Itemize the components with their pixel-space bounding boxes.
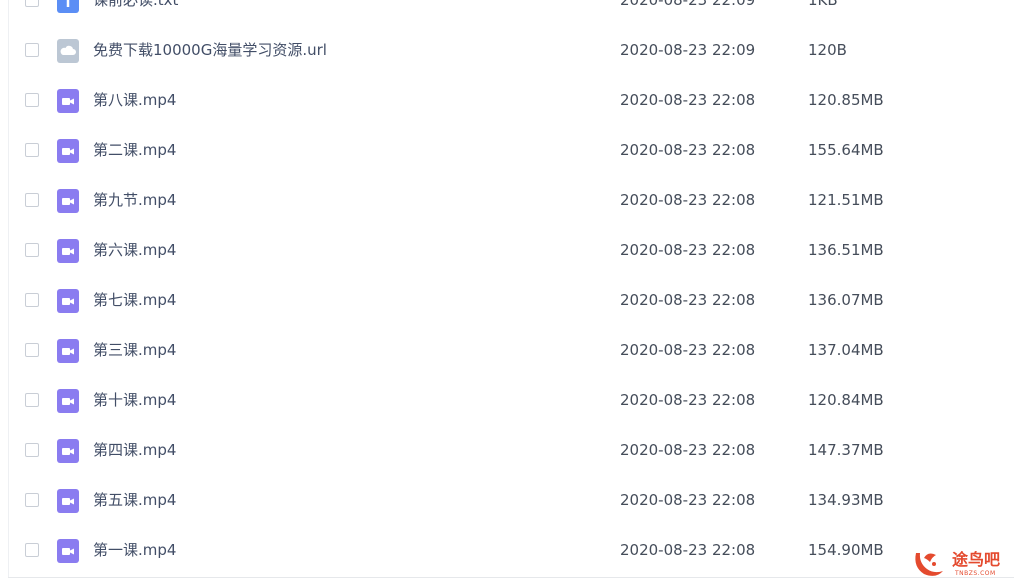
row-checkbox[interactable] (25, 293, 39, 307)
video-file-icon (57, 489, 79, 513)
watermark-bird-icon (924, 553, 936, 562)
watermark-logo-icon (910, 547, 950, 579)
file-name[interactable]: 第一课.mp4 (93, 540, 176, 560)
file-size: 120.84MB (808, 391, 884, 409)
file-row[interactable]: 免费下载10000G海量学习资源.url 2020-08-23 22:09 12… (0, 26, 1014, 76)
file-name[interactable]: 课前必读.txt (93, 0, 178, 10)
file-row[interactable]: 第三课.mp4 2020-08-23 22:08 137.04MB (0, 326, 1014, 376)
file-modified-date: 2020-08-23 22:08 (620, 291, 756, 309)
file-modified-date: 2020-08-23 22:08 (620, 141, 756, 159)
row-checkbox[interactable] (25, 243, 39, 257)
row-checkbox[interactable] (25, 393, 39, 407)
video-file-icon (57, 439, 79, 463)
watermark-subtext: TNBZS.COM (955, 570, 996, 577)
file-size: 134.93MB (808, 491, 884, 509)
file-row[interactable]: 第六课.mp4 2020-08-23 22:08 136.51MB (0, 226, 1014, 276)
file-size: 136.51MB (808, 241, 884, 259)
file-size: 136.07MB (808, 291, 884, 309)
file-name[interactable]: 第二课.mp4 (93, 140, 176, 160)
file-size: 121.51MB (808, 191, 884, 209)
file-row[interactable]: 第七课.mp4 2020-08-23 22:08 136.07MB (0, 276, 1014, 326)
row-checkbox[interactable] (25, 343, 39, 357)
video-file-icon (57, 89, 79, 113)
watermark-text: 途鸟吧 (952, 550, 1001, 569)
file-row[interactable]: 第八课.mp4 2020-08-23 22:08 120.85MB (0, 76, 1014, 126)
file-modified-date: 2020-08-23 22:08 (620, 91, 756, 109)
site-watermark: 途鸟吧 TNBZS.COM (908, 545, 1008, 581)
file-name[interactable]: 第七课.mp4 (93, 290, 176, 310)
watermark-dot-icon (932, 562, 936, 566)
file-modified-date: 2020-08-23 22:08 (620, 241, 756, 259)
file-manager-view: 课前必读.txt 2020-08-23 22:09 1KB 免费下载10000G… (0, 0, 1014, 585)
row-checkbox[interactable] (25, 193, 39, 207)
file-modified-date: 2020-08-23 22:08 (620, 191, 756, 209)
file-list: 课前必读.txt 2020-08-23 22:09 1KB 免费下载10000G… (0, 0, 1014, 576)
file-row[interactable]: 第一课.mp4 2020-08-23 22:08 154.90MB (0, 526, 1014, 576)
file-modified-date: 2020-08-23 22:08 (620, 491, 756, 509)
file-size: 120.85MB (808, 91, 884, 109)
file-size: 155.64MB (808, 141, 884, 159)
video-file-icon (57, 289, 79, 313)
file-name[interactable]: 第五课.mp4 (93, 490, 176, 510)
list-bottom-border (8, 577, 1014, 578)
file-name[interactable]: 第三课.mp4 (93, 340, 176, 360)
video-file-icon (57, 339, 79, 363)
file-size: 120B (808, 41, 847, 59)
file-row[interactable]: 第五课.mp4 2020-08-23 22:08 134.93MB (0, 476, 1014, 526)
file-name[interactable]: 第六课.mp4 (93, 240, 176, 260)
file-modified-date: 2020-08-23 22:08 (620, 391, 756, 409)
file-name[interactable]: 第八课.mp4 (93, 90, 176, 110)
video-file-icon (57, 389, 79, 413)
row-checkbox[interactable] (25, 93, 39, 107)
row-checkbox[interactable] (25, 443, 39, 457)
file-name[interactable]: 第十课.mp4 (93, 390, 176, 410)
file-size: 137.04MB (808, 341, 884, 359)
file-size: 1KB (808, 0, 838, 9)
file-modified-date: 2020-08-23 22:08 (620, 441, 756, 459)
file-row[interactable]: 第九节.mp4 2020-08-23 22:08 121.51MB (0, 176, 1014, 226)
row-checkbox[interactable] (25, 493, 39, 507)
file-modified-date: 2020-08-23 22:09 (620, 41, 756, 59)
row-checkbox[interactable] (25, 0, 39, 7)
file-size: 154.90MB (808, 541, 884, 559)
file-row[interactable]: 课前必读.txt 2020-08-23 22:09 1KB (0, 0, 1014, 26)
file-modified-date: 2020-08-23 22:08 (620, 541, 756, 559)
file-modified-date: 2020-08-23 22:08 (620, 341, 756, 359)
file-row[interactable]: 第十课.mp4 2020-08-23 22:08 120.84MB (0, 376, 1014, 426)
row-checkbox[interactable] (25, 143, 39, 157)
cloud-link-icon (57, 39, 79, 63)
file-name[interactable]: 第九节.mp4 (93, 190, 176, 210)
video-file-icon (57, 539, 79, 563)
file-name[interactable]: 免费下载10000G海量学习资源.url (93, 40, 327, 60)
row-checkbox[interactable] (25, 543, 39, 557)
file-size: 147.37MB (808, 441, 884, 459)
file-name[interactable]: 第四课.mp4 (93, 440, 176, 460)
file-row[interactable]: 第四课.mp4 2020-08-23 22:08 147.37MB (0, 426, 1014, 476)
row-checkbox[interactable] (25, 43, 39, 57)
file-row[interactable]: 第二课.mp4 2020-08-23 22:08 155.64MB (0, 126, 1014, 176)
file-modified-date: 2020-08-23 22:09 (620, 0, 756, 9)
text-file-icon (57, 0, 79, 13)
video-file-icon (57, 189, 79, 213)
video-file-icon (57, 139, 79, 163)
video-file-icon (57, 239, 79, 263)
